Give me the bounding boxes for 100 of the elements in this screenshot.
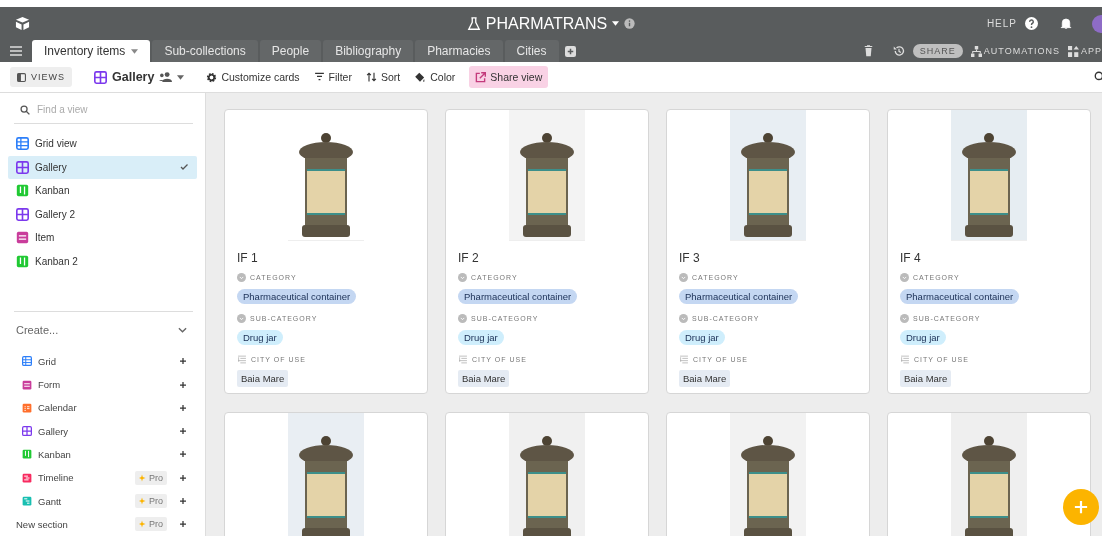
create-view-option[interactable]: Timeline <box>38 472 74 484</box>
table-tab[interactable]: Cities <box>504 40 559 62</box>
plus-icon <box>179 357 187 366</box>
plus-icon <box>179 427 187 436</box>
plus-icon <box>179 473 187 482</box>
create-view-option[interactable]: Form <box>38 379 61 391</box>
base-title[interactable]: PHARMATRANS <box>485 14 608 33</box>
linked-record-chip[interactable]: Baia Mare <box>458 370 510 387</box>
card-title: IF 1 <box>237 251 259 265</box>
single-select-icon <box>679 314 688 323</box>
record-card[interactable] <box>445 412 649 536</box>
share-button[interactable]: SHARE <box>912 44 963 58</box>
linked-record-icon <box>237 355 247 364</box>
automations-button[interactable]: AUTOMATIONS <box>970 45 1060 57</box>
view-item[interactable]: Grid view <box>8 132 197 156</box>
sparkle-icon <box>139 520 147 529</box>
create-view-option[interactable]: Calendar <box>38 402 77 414</box>
linked-record-chip[interactable]: Baia Mare <box>900 370 952 387</box>
caret-icon <box>131 48 139 54</box>
single-select-icon <box>679 273 688 282</box>
record-card[interactable] <box>887 412 1091 536</box>
card-title: IF 4 <box>900 251 922 265</box>
add-table-icon <box>564 45 576 57</box>
single-select-icon <box>900 314 909 323</box>
single-select-icon <box>458 273 467 282</box>
record-card[interactable] <box>224 412 428 536</box>
create-view-option[interactable]: New section <box>16 518 68 530</box>
plus-icon <box>1074 500 1088 514</box>
select-tag: Drug jar <box>237 330 283 345</box>
menu-icon <box>10 46 22 56</box>
help-link[interactable]: HELP <box>986 18 1017 29</box>
pro-badge: Pro <box>135 470 167 485</box>
table-tab[interactable]: Pharmacies <box>415 40 503 62</box>
share-icon <box>475 71 487 83</box>
sparkle-icon <box>139 497 147 506</box>
hierarchy-icon <box>970 45 982 57</box>
filter-button[interactable]: Filter <box>313 71 352 83</box>
select-tag: Pharmaceutical container <box>458 289 578 304</box>
single-select-icon <box>237 273 246 282</box>
view-item[interactable]: Gallery <box>8 155 197 179</box>
pro-badge: Pro <box>135 494 167 509</box>
table-tab[interactable]: People <box>259 40 322 62</box>
view-switcher[interactable]: Gallery <box>94 70 185 84</box>
view-item[interactable]: Kanban 2 <box>8 249 197 273</box>
history-icon <box>892 45 905 57</box>
sidebar-icon <box>17 72 26 82</box>
trash-icon <box>863 45 873 57</box>
customize-cards-button[interactable]: Customize cards <box>206 71 300 83</box>
linked-record-chip[interactable]: Baia Mare <box>679 370 731 387</box>
linked-record-chip[interactable]: Baia Mare <box>237 370 289 387</box>
sort-icon <box>365 72 377 82</box>
linked-record-icon <box>679 355 689 364</box>
help-icon <box>1025 17 1038 30</box>
create-view-option[interactable]: Gallery <box>38 425 69 437</box>
paint-bucket-icon <box>414 71 427 83</box>
linked-record-icon <box>900 355 910 364</box>
plus-icon <box>179 380 187 389</box>
info-icon <box>624 18 636 29</box>
record-card[interactable] <box>666 412 870 536</box>
create-heading: Create... <box>16 323 59 336</box>
create-view-option[interactable]: Gantt <box>38 495 62 507</box>
pro-badge: Pro <box>135 517 167 532</box>
flask-icon <box>466 16 481 31</box>
chevron-down-icon <box>178 326 187 333</box>
filter-icon <box>313 72 325 82</box>
bell-icon <box>1060 17 1072 30</box>
linked-record-icon <box>458 355 468 364</box>
people-icon <box>159 72 173 82</box>
table-tab[interactable]: Sub-collections <box>152 40 258 62</box>
sort-button[interactable]: Sort <box>365 71 401 83</box>
select-tag: Pharmaceutical container <box>679 289 799 304</box>
select-tag: Pharmaceutical container <box>237 289 357 304</box>
card-title: IF 3 <box>679 251 701 265</box>
select-tag: Drug jar <box>458 330 504 345</box>
color-button[interactable]: Color <box>414 71 456 83</box>
search-icon <box>20 104 30 115</box>
cube-logo-icon <box>14 16 31 31</box>
gallery-view-icon <box>94 70 107 84</box>
single-select-icon <box>458 314 467 323</box>
select-tag: Drug jar <box>679 330 725 345</box>
single-select-icon <box>237 314 246 323</box>
caret-icon <box>612 21 620 26</box>
table-tab[interactable]: Inventory items <box>32 40 151 62</box>
view-item[interactable]: Item <box>8 226 197 250</box>
select-tag: Pharmaceutical container <box>900 289 1020 304</box>
blocks-icon <box>1068 45 1079 57</box>
sparkle-icon <box>139 473 147 482</box>
view-item[interactable]: Gallery 2 <box>8 202 197 226</box>
view-item[interactable]: Kanban <box>8 179 197 203</box>
apps-button[interactable]: APP <box>1068 45 1102 57</box>
plus-icon <box>179 520 187 529</box>
gear-icon <box>206 71 218 83</box>
plus-icon <box>179 403 187 412</box>
caret-icon <box>177 74 185 80</box>
table-tab[interactable]: Bibliography <box>323 40 414 62</box>
create-view-option[interactable]: Kanban <box>38 448 71 460</box>
create-view-option[interactable]: Grid <box>38 355 56 367</box>
share-view-button[interactable]: Share view <box>469 66 549 88</box>
single-select-icon <box>900 273 909 282</box>
views-toggle[interactable]: VIEWS <box>10 67 72 87</box>
